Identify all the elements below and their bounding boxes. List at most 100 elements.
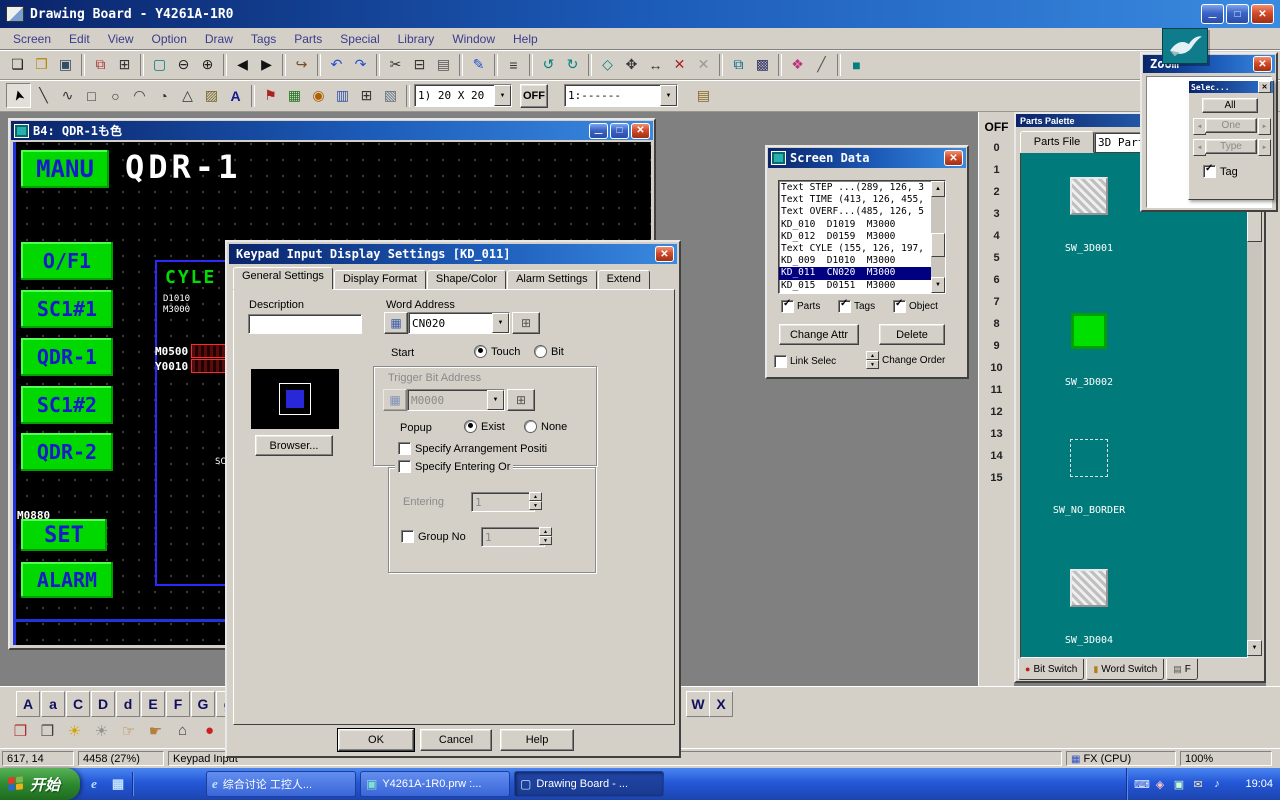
parts-stamp-icon[interactable]: ❒ [8, 718, 33, 743]
bulb-on-icon[interactable]: ☀ [62, 718, 87, 743]
menu-parts[interactable]: Parts [285, 29, 331, 49]
select-one-button[interactable]: One [1205, 118, 1257, 133]
polyline-tool-icon[interactable]: ∿ [56, 84, 79, 107]
object-checkbox[interactable]: Object [893, 300, 938, 313]
part-sw-3d004[interactable]: SW_3D004 [1029, 569, 1149, 646]
select-panel-close-button[interactable] [1258, 81, 1271, 93]
level-7[interactable]: 7 [979, 296, 1014, 318]
open-folder-icon[interactable]: ❒ [30, 53, 53, 76]
hmi-button-qdr-1[interactable]: QDR-1 [21, 338, 113, 376]
list-item[interactable]: Text STEP ...(289, 126, 3 [779, 182, 931, 194]
hmi-button-of1[interactable]: O/F1 [21, 242, 113, 280]
part-sw-no-border[interactable]: SW_NO_BORDER [1029, 439, 1149, 516]
popup-none-radio[interactable]: None [524, 420, 567, 433]
menu-window[interactable]: Window [443, 29, 504, 49]
entering-input[interactable]: 1 [471, 492, 535, 512]
spin-down-icon[interactable] [866, 360, 879, 369]
hmi-button-manu[interactable]: MANU [21, 150, 109, 188]
level-off-button[interactable]: OFF [979, 120, 1014, 134]
zoom-close-button[interactable] [1253, 56, 1272, 72]
hmi-button-qdr-2[interactable]: QDR-2 [21, 433, 113, 471]
prev-screen-icon[interactable]: ◀ [231, 53, 254, 76]
start-button[interactable]: 开始 [0, 768, 80, 800]
menu-option[interactable]: Option [143, 29, 196, 49]
list-item[interactable]: KD_010 D1019 M3000 [779, 219, 931, 231]
trigger-keypad-button[interactable] [383, 389, 407, 411]
parts-scrollbar[interactable] [1247, 152, 1262, 656]
ellipse-tool-icon[interactable]: ○ [104, 84, 127, 107]
start-bit-radio[interactable]: Bit [534, 345, 564, 358]
tab-shape-color[interactable]: Shape/Color [427, 270, 506, 289]
bulb-off-icon[interactable]: ☀ [89, 718, 114, 743]
record-icon[interactable]: ● [197, 718, 222, 743]
paste-icon[interactable]: ▤ [432, 53, 455, 76]
save-icon[interactable]: ▣ [54, 53, 77, 76]
group-no-input[interactable]: 1 [481, 527, 545, 547]
color-settings-icon[interactable]: ❖ [786, 53, 809, 76]
tab-word-switch[interactable]: Word Switch [1086, 659, 1164, 680]
mirror-icon[interactable]: ◇ [596, 53, 619, 76]
tab-extend[interactable]: Extend [598, 270, 650, 289]
level-13[interactable]: 13 [979, 428, 1014, 450]
hand-icon[interactable]: ☛ [143, 718, 168, 743]
jump-icon[interactable]: ↪ [290, 53, 313, 76]
zoom-in-icon[interactable]: ⊕ [196, 53, 219, 76]
scroll-track[interactable] [1247, 168, 1262, 640]
specify-arrangement-checkbox[interactable]: Specify Arrangement Positi [398, 442, 547, 455]
level-2[interactable]: 2 [979, 186, 1014, 208]
hmi-button-sc1-2[interactable]: SC1#2 [21, 386, 113, 424]
scroll-down-icon[interactable] [1247, 640, 1262, 656]
new-file-icon[interactable]: ❏ [6, 53, 29, 76]
font-cell-F[interactable]: F [166, 691, 190, 717]
level-3[interactable]: 3 [979, 208, 1014, 230]
level-0[interactable]: 0 [979, 142, 1014, 164]
list-item[interactable]: KD_015 D0151 M3000 [779, 280, 931, 292]
level-4[interactable]: 4 [979, 230, 1014, 252]
polygon-tool-icon[interactable]: △ [176, 84, 199, 107]
tag-tool-icon[interactable]: ⚑ [259, 84, 282, 107]
font-cell-d[interactable]: d [116, 691, 140, 717]
popup-exist-radio[interactable]: Exist [464, 420, 505, 433]
scroll-thumb[interactable] [931, 233, 945, 257]
menu-view[interactable]: View [99, 29, 143, 49]
pie-tool-icon[interactable]: ◔ [152, 84, 175, 107]
undo-icon[interactable]: ↶ [325, 53, 348, 76]
list-item[interactable]: KD_009 D1010 M3000 [779, 255, 931, 267]
tag-checkbox[interactable]: Tag [1203, 165, 1238, 178]
tab-f[interactable]: F [1166, 659, 1198, 680]
entering-spinner[interactable] [529, 492, 542, 510]
part-sw-3d002[interactable]: SW_3D002 [1029, 313, 1149, 388]
font-cell-G[interactable]: G [191, 691, 215, 717]
screen-close-button[interactable] [631, 123, 650, 139]
tab-bit-switch[interactable]: Bit Switch [1018, 659, 1084, 680]
group-no-checkbox[interactable]: Group No [401, 530, 466, 543]
delete-icon[interactable]: ✕ [668, 53, 691, 76]
one-next-icon[interactable] [1258, 118, 1271, 135]
rotate-ccw-icon[interactable]: ↺ [537, 53, 560, 76]
address-keypad-button[interactable] [384, 312, 408, 334]
level-9[interactable]: 9 [979, 340, 1014, 362]
duplicate-icon[interactable]: ⧉ [727, 53, 750, 76]
chevron-down-icon[interactable] [492, 313, 509, 333]
antivirus-icon[interactable]: ◈ [1153, 778, 1167, 791]
minimize-button[interactable] [1201, 4, 1224, 24]
spin-down-icon[interactable] [539, 536, 552, 545]
address-calculator-button[interactable] [512, 312, 540, 334]
resize-icon[interactable]: ↔ [644, 53, 667, 76]
monitor-tray-icon[interactable]: ▣ [1172, 778, 1186, 791]
screen-data-titlebar[interactable]: Screen Data [768, 148, 966, 168]
delete-all-icon[interactable]: ✕ [692, 53, 715, 76]
tab-alarm-settings[interactable]: Alarm Settings [507, 270, 597, 289]
measure-icon[interactable]: ╱ [810, 53, 833, 76]
level-6[interactable]: 6 [979, 274, 1014, 296]
preview-icon[interactable]: ▢ [148, 53, 171, 76]
move-icon[interactable]: ✥ [620, 53, 643, 76]
arc-tool-icon[interactable]: ◠ [128, 84, 151, 107]
spin-down-icon[interactable] [529, 501, 542, 510]
text-tool-icon[interactable]: A [224, 84, 247, 107]
screen-restore-button[interactable] [610, 123, 629, 139]
fill-tool-icon[interactable]: ▨ [200, 84, 223, 107]
delete-button[interactable]: Delete [879, 324, 945, 345]
screen-data-list[interactable]: Text STEP ...(289, 126, 3 Text TIME (413… [778, 180, 946, 294]
hmi-button-alarm[interactable]: ALARM [21, 562, 113, 598]
